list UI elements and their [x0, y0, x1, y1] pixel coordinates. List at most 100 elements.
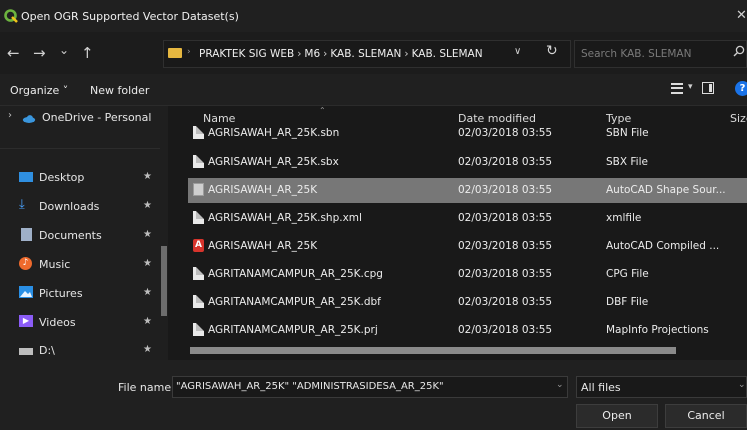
- pin-icon[interactable]: ★: [143, 287, 152, 298]
- back-arrow-icon[interactable]: ←: [7, 45, 20, 61]
- file-row[interactable]: AGRITANAMCAMPUR_AR_25K.cpg 02/03/2018 03…: [188, 262, 747, 287]
- organize-button[interactable]: Organize ˅: [10, 84, 68, 97]
- file-name: AGRITANAMCAMPUR_AR_25K.dbf: [208, 296, 381, 308]
- sidebar-item-videos[interactable]: ▶ Videos ★: [0, 311, 160, 335]
- file-name: AGRISAWAH_AR_25K.shp.xml: [208, 212, 362, 224]
- breadcrumb[interactable]: PRAKTEK SIG WEB › M6 › KAB. SLEMAN › KAB. SLEM…: [199, 48, 483, 60]
- forward-arrow-icon[interactable]: →: [33, 45, 46, 61]
- sidebar-item-label: Documents: [39, 229, 102, 242]
- pin-icon[interactable]: ★: [143, 200, 152, 211]
- chevron-right-icon[interactable]: ›: [8, 110, 12, 121]
- file-date: 02/03/2018 03:55: [458, 156, 553, 168]
- sidebar-item-label: OneDrive - Personal: [42, 111, 152, 124]
- file-name-label: File name:: [118, 381, 175, 394]
- file-date: 02/03/2018 03:55: [458, 127, 553, 139]
- file-type: CPG File: [606, 268, 649, 280]
- file-icon: [193, 211, 204, 224]
- file-name-value[interactable]: "AGRISAWAH_AR_25K" "ADMINISTRASIDESA_AR_…: [176, 381, 548, 392]
- sidebar-item-label: Desktop: [39, 171, 85, 184]
- cancel-button[interactable]: Cancel: [665, 404, 747, 428]
- breadcrumb-segment[interactable]: PRAKTEK SIG WEB: [199, 48, 294, 60]
- sidebar-item-documents[interactable]: Documents ★: [0, 224, 160, 248]
- documents-icon: [21, 228, 32, 241]
- file-type: DBF File: [606, 296, 649, 308]
- file-icon: [193, 267, 204, 280]
- view-options-icon[interactable]: [671, 83, 683, 94]
- videos-icon: ▶: [19, 315, 33, 327]
- file-icon: [193, 126, 204, 139]
- horizontal-scrollbar[interactable]: [190, 347, 676, 354]
- sidebar-item-desktop[interactable]: Desktop ★: [0, 166, 160, 190]
- sidebar-item-label: D:\: [39, 344, 55, 357]
- breadcrumb-segment[interactable]: KAB. SLEMAN: [412, 48, 483, 60]
- file-name: AGRISAWAH_AR_25K.sbn: [208, 127, 340, 139]
- file-row[interactable]: AGRISAWAH_AR_25K.shp.xml 02/03/2018 03:5…: [188, 206, 747, 231]
- music-icon: ♪: [19, 257, 32, 270]
- file-type: SBX File: [606, 156, 648, 168]
- file-name: AGRISAWAH_AR_25K: [208, 184, 318, 196]
- file-row[interactable]: AGRISAWAH_AR_25K.sbx 02/03/2018 03:55 SB…: [188, 150, 747, 175]
- new-folder-button[interactable]: New folder: [90, 84, 149, 97]
- file-date: 02/03/2018 03:55: [458, 324, 553, 336]
- chevron-down-icon[interactable]: ⌄: [556, 380, 564, 390]
- chevron-down-icon[interactable]: ▾: [688, 82, 693, 92]
- pin-icon[interactable]: ★: [143, 229, 152, 240]
- sidebar-item-drive-d[interactable]: D:\ ★: [0, 339, 160, 360]
- chevron-down-icon[interactable]: ⌄: [738, 380, 746, 390]
- breadcrumb-segment[interactable]: KAB. SLEMAN: [330, 48, 401, 60]
- pictures-icon: [19, 286, 33, 298]
- file-icon: [193, 323, 204, 336]
- title-bar: Open OGR Supported Vector Dataset(s) ✕: [0, 0, 747, 32]
- close-icon[interactable]: ✕: [736, 8, 747, 23]
- cloud-icon: [22, 115, 36, 123]
- file-row[interactable]: AGRITANAMCAMPUR_AR_25K.dbf 02/03/2018 03…: [188, 290, 747, 315]
- pin-icon[interactable]: ★: [143, 316, 152, 327]
- file-date: 02/03/2018 03:55: [458, 184, 553, 196]
- file-row[interactable]: AGRITANAMCAMPUR_AR_25K.prj 02/03/2018 03…: [188, 318, 747, 343]
- autocad-icon: A: [193, 239, 204, 252]
- sidebar-item-pictures[interactable]: Pictures ★: [0, 282, 160, 306]
- file-type: MapInfo Projections: [606, 324, 709, 336]
- pin-icon[interactable]: ★: [143, 344, 152, 355]
- download-icon: ⤓: [19, 197, 25, 212]
- sidebar-item-onedrive[interactable]: › OneDrive - Personal: [0, 106, 160, 130]
- help-icon[interactable]: ?: [735, 81, 747, 96]
- file-type: AutoCAD Shape Sour...: [606, 184, 726, 196]
- sidebar-item-music[interactable]: ♪ Music ★: [0, 253, 160, 277]
- sidebar-item-label: Music: [39, 258, 71, 271]
- file-row[interactable]: AGRISAWAH_AR_25K.sbn 02/03/2018 03:55 SB…: [188, 121, 747, 146]
- search-icon[interactable]: [733, 45, 745, 57]
- preview-pane-icon[interactable]: [702, 82, 714, 94]
- sort-ascending-icon: ⌃: [319, 106, 326, 115]
- window-title: Open OGR Supported Vector Dataset(s): [21, 10, 239, 23]
- navigation-pane: › OneDrive - Personal Desktop ★ ⤓ Downlo…: [0, 106, 168, 360]
- pin-icon[interactable]: ★: [143, 171, 152, 182]
- sidebar-item-label: Videos: [39, 316, 76, 329]
- file-name: AGRITANAMCAMPUR_AR_25K.cpg: [208, 268, 383, 280]
- shape-file-icon: [193, 183, 204, 196]
- sidebar-item-label: Downloads: [39, 200, 100, 213]
- open-button[interactable]: Open: [576, 404, 658, 428]
- file-icon: [193, 295, 204, 308]
- sidebar-item-label: Pictures: [39, 287, 83, 300]
- search-placeholder: Search KAB. SLEMAN: [581, 48, 692, 60]
- breadcrumb-segment[interactable]: M6: [304, 48, 320, 60]
- file-row-selected[interactable]: AGRISAWAH_AR_25K 02/03/2018 03:55 AutoCA…: [188, 178, 747, 203]
- file-name: AGRISAWAH_AR_25K: [208, 240, 318, 252]
- sidebar-scrollbar[interactable]: [161, 246, 167, 316]
- chevron-right-icon: ›: [297, 48, 302, 60]
- sidebar-item-downloads[interactable]: ⤓ Downloads ★: [0, 195, 160, 219]
- pin-icon[interactable]: ★: [143, 258, 152, 269]
- chevron-right-icon: ›: [323, 48, 328, 60]
- folder-icon: [168, 48, 182, 58]
- qgis-logo-icon: [4, 9, 18, 23]
- recent-locations-icon[interactable]: ⌄: [59, 42, 69, 58]
- refresh-icon[interactable]: ↻: [546, 43, 558, 59]
- file-type: SBN File: [606, 127, 649, 139]
- file-row[interactable]: A AGRISAWAH_AR_25K 02/03/2018 03:55 Auto…: [188, 234, 747, 259]
- chevron-down-icon[interactable]: ∨: [514, 46, 521, 57]
- file-date: 02/03/2018 03:55: [458, 212, 553, 224]
- file-date: 02/03/2018 03:55: [458, 296, 553, 308]
- chevron-right-icon: ›: [404, 48, 409, 60]
- up-arrow-icon[interactable]: ↑: [81, 45, 94, 61]
